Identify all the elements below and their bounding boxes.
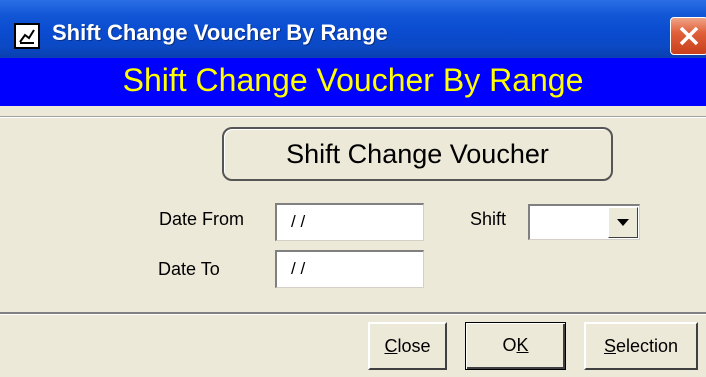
date-from-label: Date From (159, 209, 245, 229)
date-to-label: Date To (158, 259, 220, 279)
close-button[interactable]: Close (368, 322, 447, 370)
title-bar[interactable]: Shift Change Voucher By Range (0, 0, 706, 58)
shift-change-voucher-button[interactable]: Shift Change Voucher (222, 127, 613, 181)
divider (0, 116, 706, 118)
dialog-window: Shift Change Voucher By Range Shift Chan… (0, 0, 706, 377)
close-icon[interactable] (670, 17, 706, 55)
dropdown-button[interactable] (608, 207, 638, 238)
window-title: Shift Change Voucher By Range (52, 20, 388, 45)
report-icon (14, 23, 40, 49)
shift-dropdown[interactable] (528, 204, 640, 240)
date-from-input[interactable]: / / (275, 203, 424, 241)
selection-button[interactable]: Selection (584, 322, 698, 370)
chevron-down-icon (617, 219, 629, 226)
divider (0, 312, 706, 315)
header-banner: Shift Change Voucher By Range (0, 58, 706, 106)
date-to-input[interactable]: / / (275, 250, 424, 288)
shift-label: Shift (470, 209, 507, 229)
header-title: Shift Change Voucher By Range (122, 62, 584, 98)
ok-button[interactable]: OK (465, 322, 566, 370)
